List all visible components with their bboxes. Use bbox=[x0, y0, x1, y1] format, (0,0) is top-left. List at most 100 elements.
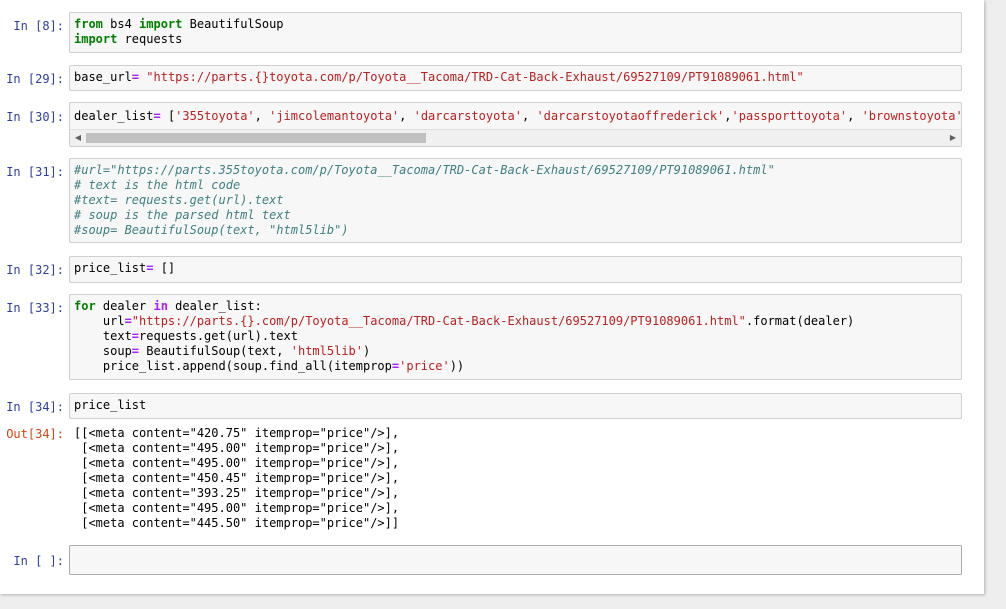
code-token: 'html5lib' bbox=[290, 344, 363, 358]
code-token: from bbox=[74, 17, 103, 31]
code-token: 'price' bbox=[399, 359, 450, 373]
input-prompt: In [30]: bbox=[6, 110, 64, 124]
code-token: bs4 bbox=[102, 17, 140, 31]
code-token: = bbox=[153, 109, 161, 123]
scrollbar-thumb[interactable] bbox=[86, 133, 426, 143]
input-prompt: In [33]: bbox=[6, 301, 64, 315]
scroll-right-arrow-icon[interactable]: ▶ bbox=[947, 132, 959, 144]
code-line: soup= BeautifulSoup(text, 'html5lib') bbox=[74, 344, 854, 359]
code-token: = bbox=[131, 329, 140, 343]
code-input-area[interactable]: price_list= [] bbox=[69, 256, 962, 283]
output-line: [<meta content="495.00" itemprop="price"… bbox=[74, 456, 400, 470]
code-input-area[interactable]: base_url= "https://parts.{}toyota.com/p/… bbox=[69, 65, 962, 91]
code-cell[interactable]: In [30]: dealer_list= ['355toyota', 'jim… bbox=[0, 102, 984, 148]
code-line: for dealer in dealer_list: bbox=[74, 299, 854, 314]
code-token: 'passporttoyota' bbox=[731, 109, 848, 123]
output-text: [[<meta content="420.75" itemprop="price… bbox=[74, 426, 967, 531]
code-token: )) bbox=[449, 359, 465, 373]
code-token: [ bbox=[160, 109, 176, 123]
code-line: url="https://parts.{}.com/p/Toyota__Taco… bbox=[74, 314, 854, 329]
code-token: , bbox=[521, 109, 537, 123]
input-prompt: In [29]: bbox=[6, 72, 64, 86]
code-token: = bbox=[124, 314, 132, 328]
code-line: price_list= [] bbox=[74, 261, 175, 276]
code-line: # text is the html code bbox=[74, 178, 775, 193]
code-cell[interactable]: In [29]: base_url= "https://parts.{}toyo… bbox=[0, 65, 984, 92]
code-token: , bbox=[847, 109, 862, 123]
code-text: price_list bbox=[74, 398, 146, 413]
code-line: from bs4 import BeautifulSoup bbox=[74, 17, 284, 32]
input-prompt: In [32]: bbox=[6, 263, 64, 277]
empty-code-cell[interactable]: In [ ]: bbox=[0, 545, 984, 576]
code-input-area[interactable]: #url="https://parts.355toyota.com/p/Toyo… bbox=[69, 158, 962, 243]
code-token: text bbox=[74, 329, 132, 343]
code-token: 'darcarstoyota' bbox=[413, 109, 522, 123]
code-input-area[interactable]: for dealer in dealer_list: url="https://… bbox=[69, 294, 962, 380]
code-input-area[interactable]: price_list bbox=[69, 393, 962, 419]
code-cell[interactable]: In [33]: for dealer in dealer_list: url=… bbox=[0, 294, 984, 381]
code-token: #text= requests.get(url).text bbox=[74, 193, 284, 207]
code-token: price_list.append(soup.find_all(itemprop bbox=[74, 359, 392, 373]
output-cell: Out[34]: [[<meta content="420.75" itempr… bbox=[0, 426, 984, 536]
code-cell[interactable]: In [31]: #url="https://parts.355toyota.c… bbox=[0, 158, 984, 244]
input-prompt: In [ ]: bbox=[13, 554, 64, 568]
code-cell[interactable]: In [32]: price_list= [] bbox=[0, 256, 984, 284]
output-line: [<meta content="450.45" itemprop="price"… bbox=[74, 471, 400, 485]
code-input-area[interactable] bbox=[69, 545, 962, 575]
code-token: ) bbox=[363, 344, 371, 358]
code-token: BeautifulSoup(text, bbox=[139, 344, 291, 358]
code-token: = bbox=[131, 344, 140, 358]
output-line: [<meta content="495.00" itemprop="price"… bbox=[74, 501, 400, 515]
code-cell[interactable]: In [8]: from bs4 import BeautifulSoup imp… bbox=[0, 12, 984, 54]
code-text: for dealer in dealer_list: url="https://… bbox=[74, 299, 854, 374]
code-text: dealer_list= ['355toyota', 'jimcolemanto… bbox=[74, 109, 961, 124]
code-token: dealer_list bbox=[74, 109, 154, 123]
code-token: , bbox=[254, 109, 270, 123]
code-token: for bbox=[74, 299, 96, 313]
code-text: #url="https://parts.355toyota.com/p/Toyo… bbox=[74, 163, 775, 238]
code-token: "https://parts.{}toyota.com/p/Toyota__Ta… bbox=[146, 70, 804, 84]
code-line: dealer_list= ['355toyota', 'jimcolemanto… bbox=[74, 109, 961, 124]
code-input-area[interactable]: dealer_list= ['355toyota', 'jimcolemanto… bbox=[69, 102, 962, 147]
output-line: [<meta content="495.00" itemprop="price"… bbox=[74, 441, 400, 455]
output-line: [<meta content="445.50" itemprop="price"… bbox=[74, 516, 400, 530]
code-line: base_url= "https://parts.{}toyota.com/p/… bbox=[74, 70, 804, 85]
code-text: base_url= "https://parts.{}toyota.com/p/… bbox=[74, 70, 804, 85]
code-token: soup bbox=[74, 344, 132, 358]
output-prompt: Out[34]: bbox=[6, 427, 64, 441]
input-prompt: In [31]: bbox=[6, 165, 64, 179]
code-line: #soup= BeautifulSoup(text, "html5lib") bbox=[74, 223, 775, 238]
code-token: .format(dealer) bbox=[745, 314, 855, 328]
code-token: '355toyota' bbox=[175, 109, 255, 123]
code-line: #url="https://parts.355toyota.com/p/Toyo… bbox=[74, 163, 775, 178]
code-token: # text is the html code bbox=[74, 178, 241, 192]
code-cell[interactable]: In [34]: price_list bbox=[0, 393, 984, 420]
code-token: [] bbox=[153, 261, 176, 275]
code-token: #soup= BeautifulSoup(text, "html5lib") bbox=[74, 223, 349, 237]
code-token: price_list bbox=[74, 398, 147, 412]
code-line: price_list.append(soup.find_all(itemprop… bbox=[74, 359, 854, 374]
code-line: price_list bbox=[74, 398, 146, 413]
code-token: BeautifulSoup bbox=[182, 17, 284, 31]
code-token: url bbox=[74, 314, 125, 328]
code-line: text=requests.get(url).text bbox=[74, 329, 854, 344]
code-token: in bbox=[153, 299, 168, 313]
code-token: # soup is the parsed html text bbox=[74, 208, 291, 222]
code-token: , bbox=[724, 109, 732, 123]
output-area: [[<meta content="420.75" itemprop="price… bbox=[74, 426, 967, 531]
code-token: "https://parts.{}.com/p/Toyota__Tacoma/T… bbox=[131, 314, 746, 328]
code-token: 'jimcolemantoyota' bbox=[269, 109, 400, 123]
output-line: [[<meta content="420.75" itemprop="price… bbox=[74, 426, 400, 440]
code-text: from bs4 import BeautifulSoup import requ… bbox=[74, 17, 284, 47]
code-line: #text= requests.get(url).text bbox=[74, 193, 775, 208]
horizontal-scrollbar[interactable]: ◀ ▶ bbox=[70, 129, 961, 146]
code-line: import requests bbox=[74, 32, 284, 47]
code-token: dealer bbox=[95, 299, 154, 313]
input-prompt: In [34]: bbox=[6, 400, 64, 414]
code-line: # soup is the parsed html text bbox=[74, 208, 775, 223]
scroll-left-arrow-icon[interactable]: ◀ bbox=[72, 132, 84, 144]
code-token: import bbox=[139, 17, 183, 31]
code-token: requests.get(url).text bbox=[139, 329, 298, 343]
code-token: = bbox=[131, 70, 140, 84]
code-input-area[interactable]: from bs4 import BeautifulSoup import requ… bbox=[69, 12, 962, 53]
